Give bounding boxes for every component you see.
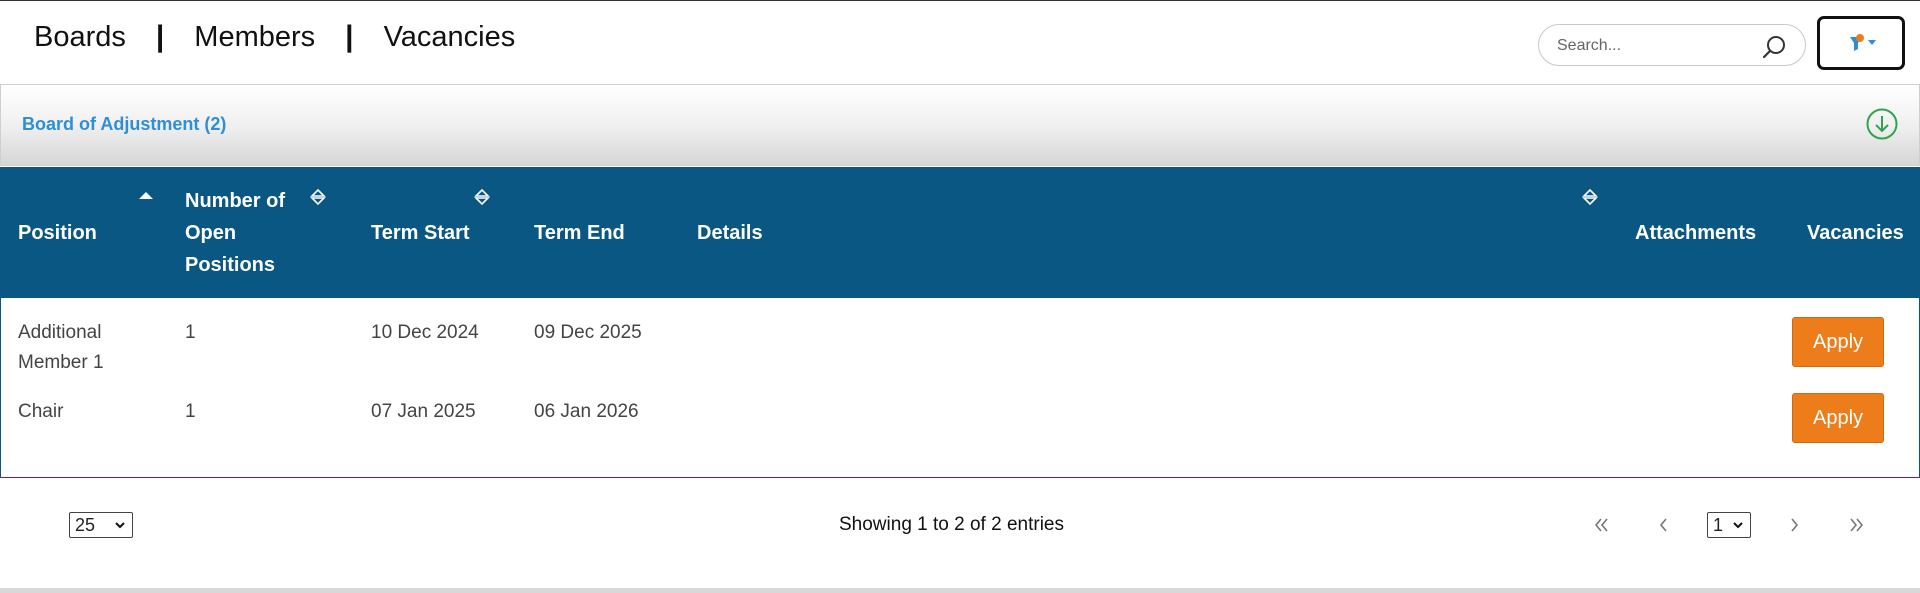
header-label: Vacancies xyxy=(1807,221,1904,244)
entries-info: Showing 1 to 2 of 2 entries xyxy=(839,514,1064,535)
sort-icon[interactable] xyxy=(310,187,326,207)
table-row: Additional Member 1 1 10 Dec 2024 09 Dec… xyxy=(1,298,1920,393)
filter-button[interactable] xyxy=(1817,16,1905,70)
col-header-term-end[interactable]: Term End xyxy=(517,167,680,298)
last-page-icon[interactable] xyxy=(1844,512,1868,538)
col-header-attachments: Attachments xyxy=(1618,167,1790,298)
top-border xyxy=(0,0,1920,1)
prev-page-icon[interactable] xyxy=(1652,512,1676,538)
pagination-bar: 25 Showing 1 to 2 of 2 entries 1 xyxy=(0,478,1920,583)
cell-details xyxy=(680,393,1618,477)
nav-separator: | xyxy=(345,20,354,53)
nav-vacancies-link[interactable]: Vacancies xyxy=(384,21,516,54)
table-row: Chair 1 07 Jan 2025 06 Jan 2026 Apply xyxy=(1,393,1920,477)
header-label: Positions xyxy=(185,253,276,276)
sort-asc-icon[interactable] xyxy=(138,187,154,207)
top-nav: Boards | Members | Vacancies xyxy=(34,20,515,54)
cell-open-positions: 1 xyxy=(185,401,196,422)
col-header-open-positions[interactable]: Number of Open Positions xyxy=(168,167,354,298)
search-box xyxy=(1538,24,1806,66)
col-header-term-start[interactable]: Term Start xyxy=(354,167,517,298)
first-page-icon[interactable] xyxy=(1590,512,1614,538)
next-page-icon[interactable] xyxy=(1782,512,1806,538)
header-label: Attachments xyxy=(1635,221,1757,244)
cell-text: Chair xyxy=(18,401,64,422)
cell-attachments xyxy=(1618,393,1790,477)
col-header-position[interactable]: Position xyxy=(1,167,168,298)
apply-button[interactable]: Apply xyxy=(1792,393,1884,443)
page-number-select[interactable]: 1 xyxy=(1707,512,1751,538)
col-header-vacancies: Vacancies xyxy=(1790,167,1920,298)
page-size-value: 25 xyxy=(75,515,96,535)
cell-text: Additional xyxy=(18,322,102,343)
page-size-select[interactable]: 25 xyxy=(69,512,133,538)
cell-open-positions: 1 xyxy=(185,322,196,343)
cell-vacancies: Apply xyxy=(1790,393,1920,477)
apply-button[interactable]: Apply xyxy=(1792,317,1884,367)
search-icon[interactable] xyxy=(1761,34,1787,60)
header-label: Term End xyxy=(534,221,625,244)
sort-icon[interactable] xyxy=(1582,187,1598,207)
header-label: Position xyxy=(18,221,97,244)
header-label: Number of xyxy=(185,189,285,212)
cell-attachments xyxy=(1618,298,1790,393)
download-circle-icon[interactable] xyxy=(1865,107,1899,141)
board-panel-header[interactable]: Board of Adjustment (2) xyxy=(0,84,1920,166)
cell-position: Additional Member 1 xyxy=(1,298,168,393)
cell-term-start: 10 Dec 2024 xyxy=(371,322,479,343)
chevron-down-icon xyxy=(115,522,125,529)
bottom-scrollbar-track xyxy=(0,588,1920,593)
cell-term-end: 06 Jan 2026 xyxy=(534,401,639,422)
cell-text: Member 1 xyxy=(18,352,104,373)
nav-boards-link[interactable]: Boards xyxy=(34,21,126,54)
sort-icon[interactable] xyxy=(474,187,490,207)
nav-separator: | xyxy=(155,20,165,53)
vacancies-table-container: Position Number of Open Positions Term S… xyxy=(0,167,1920,478)
table-header-row: Position Number of Open Positions Term S… xyxy=(1,167,1920,298)
header-label: Term Start xyxy=(371,221,470,244)
cell-position: Chair xyxy=(1,393,168,477)
cell-term-start: 07 Jan 2025 xyxy=(371,401,476,422)
cell-term-end: 09 Dec 2025 xyxy=(534,322,642,343)
cell-vacancies: Apply xyxy=(1790,298,1920,393)
filter-icon xyxy=(1850,34,1876,51)
header-label: Details xyxy=(697,221,763,244)
chevron-down-icon xyxy=(1733,522,1743,529)
vacancies-table: Position Number of Open Positions Term S… xyxy=(1,167,1920,477)
header-label: Open xyxy=(185,221,237,244)
search-input[interactable] xyxy=(1555,33,1759,59)
col-header-details[interactable]: Details xyxy=(680,167,1618,298)
nav-members-link[interactable]: Members xyxy=(194,21,315,54)
board-title[interactable]: Board of Adjustment (2) xyxy=(22,114,226,135)
current-page-value: 1 xyxy=(1713,515,1724,535)
cell-details xyxy=(680,298,1618,393)
